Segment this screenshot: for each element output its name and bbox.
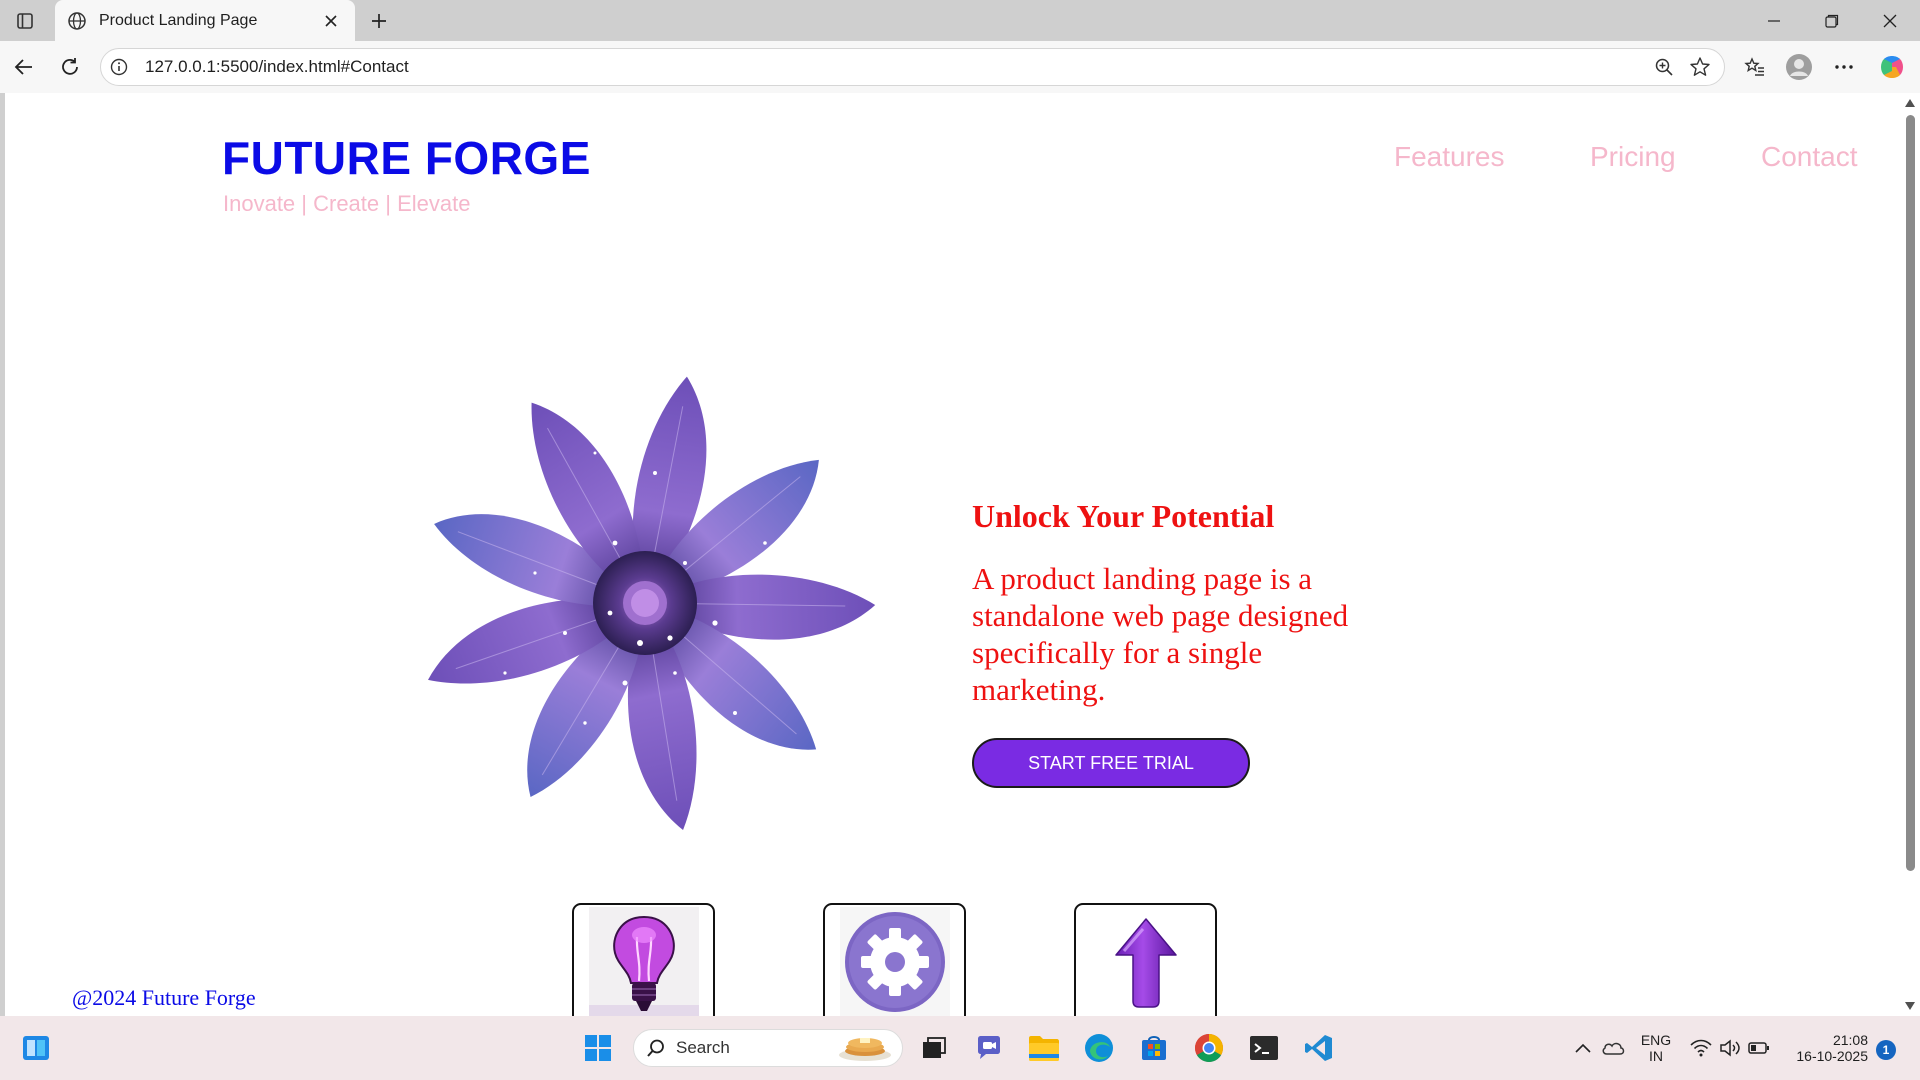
restore-button[interactable] <box>1804 0 1860 41</box>
search-highlight-pancake-icon <box>839 1038 891 1061</box>
vscode-button[interactable] <box>1297 1026 1341 1070</box>
wifi-button[interactable] <box>1688 1026 1714 1070</box>
brand-logo[interactable]: FUTURE FORGE <box>222 131 591 185</box>
close-window-icon <box>1883 14 1897 27</box>
page-scrollbar[interactable] <box>1900 93 1920 1016</box>
minimize-button[interactable] <box>1746 0 1802 41</box>
browser-toolbar: 127.0.0.1:5500/index.html#Contact <box>0 41 1920 93</box>
taskbar-search-box[interactable]: Search <box>633 1029 903 1067</box>
start-free-trial-button[interactable]: START FREE TRIAL <box>972 738 1250 788</box>
language-indicator[interactable]: ENG IN <box>1636 1032 1676 1064</box>
new-tab-button[interactable] <box>364 6 394 36</box>
minimize-icon <box>1768 19 1780 22</box>
nav-contact-link[interactable]: Contact <box>1761 141 1858 173</box>
tab-actions-icon <box>17 13 33 29</box>
copilot-icon <box>1881 56 1903 78</box>
clock[interactable]: 21:08 16-10-2025 <box>1788 1032 1868 1064</box>
gear-icon <box>839 907 950 1016</box>
more-dots-icon <box>1835 65 1853 69</box>
task-view-button[interactable] <box>912 1026 956 1070</box>
copilot-button[interactable] <box>1874 49 1910 85</box>
task-view-icon <box>923 1037 946 1058</box>
refresh-icon <box>62 58 78 75</box>
battery-icon <box>1748 1042 1769 1054</box>
avatar-icon <box>1786 54 1812 80</box>
volume-button[interactable] <box>1717 1026 1743 1070</box>
favorites-button[interactable] <box>1737 49 1773 85</box>
plus-icon <box>372 14 386 28</box>
hero-title: Unlock Your Potential <box>972 498 1275 534</box>
notification-badge[interactable]: 1 <box>1876 1040 1896 1060</box>
nav-pricing-link[interactable]: Pricing <box>1590 141 1676 173</box>
region-code: IN <box>1649 1048 1663 1064</box>
favorite-star-icon[interactable] <box>1682 49 1718 85</box>
show-hidden-icons-button[interactable] <box>1572 1026 1594 1070</box>
search-icon <box>647 1039 664 1057</box>
address-bar[interactable]: 127.0.0.1:5500/index.html#Contact <box>100 48 1725 86</box>
close-window-button[interactable] <box>1862 0 1918 41</box>
hero-flower-image <box>428 376 876 831</box>
chrome-button[interactable] <box>1187 1026 1231 1070</box>
wifi-icon <box>1690 1039 1712 1057</box>
tab-close-button[interactable] <box>319 9 343 33</box>
favorites-list-icon <box>1744 57 1764 76</box>
clock-date: 16-10-2025 <box>1796 1048 1868 1064</box>
site-info-icon[interactable] <box>101 49 137 85</box>
onedrive-button[interactable] <box>1598 1026 1628 1070</box>
zoom-icon[interactable] <box>1646 49 1682 85</box>
close-icon <box>325 14 337 27</box>
battery-button[interactable] <box>1746 1026 1772 1070</box>
store-icon <box>1142 1036 1166 1060</box>
language-code: ENG <box>1640 1032 1672 1048</box>
hero-description: A product landing page is a standalone w… <box>972 561 1349 707</box>
speaker-icon <box>1720 1039 1740 1057</box>
tab-title: Product Landing Page <box>99 11 258 29</box>
edge-browser-button[interactable] <box>1077 1026 1121 1070</box>
chevron-up-icon <box>1575 1043 1591 1053</box>
back-arrow-icon <box>14 59 32 75</box>
folder-icon <box>1029 1036 1059 1061</box>
feature-card-create <box>823 903 966 1016</box>
microsoft-store-button[interactable] <box>1132 1026 1176 1070</box>
scrollbar-thumb[interactable] <box>1906 115 1915 871</box>
search-placeholder: Search <box>676 1038 730 1057</box>
teams-chat-button[interactable] <box>967 1026 1011 1070</box>
scroll-up-arrow-icon[interactable] <box>1905 99 1915 107</box>
arrow-up-icon <box>1114 918 1177 1008</box>
chat-icon <box>978 1036 1000 1059</box>
feature-card-innovate <box>572 903 715 1016</box>
vscode-icon <box>1305 1035 1332 1061</box>
profile-button[interactable] <box>1781 49 1817 85</box>
chrome-icon <box>1195 1034 1223 1062</box>
url-text[interactable]: 127.0.0.1:5500/index.html#Contact <box>145 57 1646 77</box>
tab-active[interactable]: Product Landing Page <box>55 0 355 41</box>
widgets-button[interactable] <box>14 1026 58 1070</box>
file-explorer-button[interactable] <box>1022 1026 1066 1070</box>
lightbulb-icon <box>588 907 699 1016</box>
nav-features-link[interactable]: Features <box>1394 141 1505 173</box>
globe-icon <box>68 11 86 30</box>
terminal-button[interactable] <box>1242 1026 1286 1070</box>
settings-more-button[interactable] <box>1826 49 1862 85</box>
tagline: Inovate | Create | Elevate <box>223 191 471 216</box>
page-viewport: FUTURE FORGE Inovate | Create | Elevate … <box>5 93 1900 1016</box>
tab-strip: Product Landing Page <box>0 0 1920 41</box>
back-button[interactable] <box>6 49 42 85</box>
cloud-icon <box>1602 1042 1625 1055</box>
terminal-icon <box>1250 1036 1278 1060</box>
scroll-down-arrow-icon[interactable] <box>1905 1002 1915 1010</box>
start-button[interactable] <box>576 1026 620 1070</box>
footer-copyright: @2024 Future Forge <box>72 985 256 1010</box>
clock-time: 21:08 <box>1832 1032 1868 1048</box>
feature-card-elevate <box>1074 903 1217 1016</box>
refresh-button[interactable] <box>52 49 88 85</box>
widgets-icon <box>23 1036 49 1060</box>
tab-actions-button[interactable] <box>10 8 40 34</box>
windows-logo-icon <box>585 1035 611 1061</box>
restore-icon <box>1825 14 1839 28</box>
windows-taskbar: Search ENG IN 21:08 16-10-2025 1 <box>0 1016 1920 1080</box>
edge-icon <box>1085 1034 1113 1062</box>
